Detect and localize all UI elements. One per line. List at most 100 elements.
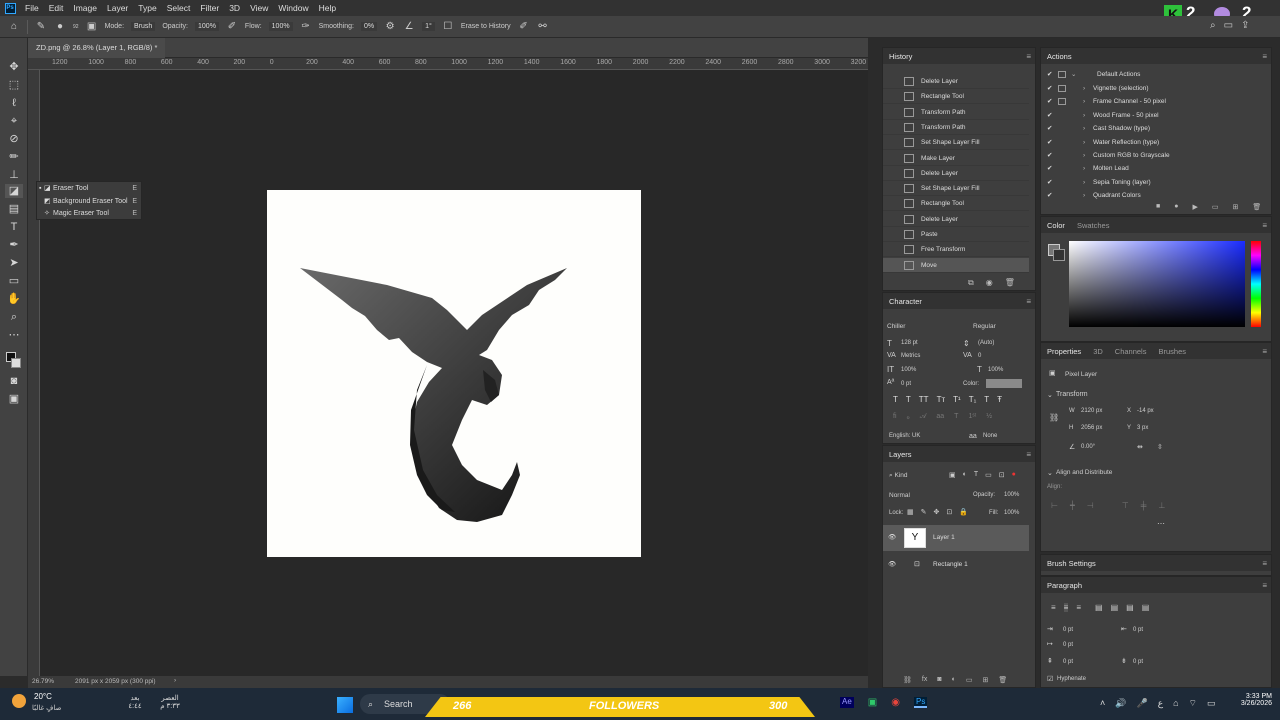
- align-right-text-icon[interactable]: ≡: [1076, 603, 1081, 612]
- swash-icon[interactable]: 𝒜: [920, 413, 927, 421]
- chevron-right-icon[interactable]: ›: [1083, 109, 1085, 122]
- menu-image[interactable]: Image: [68, 0, 102, 16]
- align-right-icon[interactable]: ⊣: [1087, 501, 1094, 510]
- panel-menu-icon[interactable]: ≡: [1262, 559, 1267, 568]
- font-style-select[interactable]: Regular: [973, 323, 996, 330]
- history-state[interactable]: Rectangle Tool: [883, 196, 1029, 212]
- flow-field[interactable]: 100%: [268, 22, 293, 31]
- pen-tool-icon[interactable]: ✒: [5, 238, 23, 252]
- group-icon[interactable]: ▭: [966, 676, 973, 684]
- marquee-tool-icon[interactable]: ⬚: [5, 78, 23, 92]
- action-item[interactable]: ✔ › Cast Shadow (type): [1041, 122, 1273, 135]
- trash-icon[interactable]: 🗑: [1252, 203, 1261, 211]
- chevron-right-icon[interactable]: ›: [1083, 189, 1085, 202]
- chevron-right-icon[interactable]: ›: [1083, 162, 1085, 175]
- blend-mode-select[interactable]: Normal: [889, 492, 969, 499]
- layer-row-rectangle1[interactable]: 👁 ⊡ Rectangle 1: [883, 552, 1029, 578]
- workspace-icon[interactable]: ▭: [1224, 20, 1233, 31]
- width-field[interactable]: 2120 px: [1081, 408, 1102, 414]
- character-title[interactable]: Character: [889, 297, 922, 306]
- baseline-field[interactable]: 0 pt: [901, 381, 911, 387]
- menu-file[interactable]: File: [20, 0, 44, 16]
- justify-all-icon[interactable]: ▤: [1142, 603, 1150, 612]
- indent-left-field[interactable]: 0 pt: [1063, 627, 1073, 633]
- trash-icon[interactable]: 🗑: [1005, 278, 1015, 288]
- transform-section-label[interactable]: Transform: [1056, 391, 1088, 398]
- faux-bold-icon[interactable]: T: [893, 395, 898, 404]
- mode-select[interactable]: Brush: [131, 22, 156, 31]
- action-item[interactable]: ✔ › Vignette (selection): [1041, 82, 1273, 95]
- pressure-size-icon[interactable]: ✐: [518, 21, 530, 33]
- tab-brushes[interactable]: Brushes: [1158, 347, 1186, 356]
- opacity-field[interactable]: 100%: [1004, 492, 1019, 498]
- adjustment-filter-icon[interactable]: ◐: [963, 471, 967, 479]
- menu-view[interactable]: View: [245, 0, 273, 16]
- lock-pixels-icon[interactable]: ✎: [921, 508, 927, 516]
- stamp-tool-icon[interactable]: ⊥: [5, 168, 23, 182]
- history-state[interactable]: Set Shape Layer Fill: [883, 135, 1029, 151]
- action-item[interactable]: ✔ › Quadrant Colors: [1041, 189, 1273, 202]
- check-icon[interactable]: ✔: [1047, 136, 1052, 149]
- faux-italic-icon[interactable]: T: [906, 395, 911, 404]
- small-caps-icon[interactable]: Tт: [937, 395, 946, 404]
- y-field[interactable]: 3 px: [1137, 425, 1148, 431]
- action-item[interactable]: ✔ › Custom RGB to Grayscale: [1041, 149, 1273, 162]
- align-left-text-icon[interactable]: ≡: [1051, 603, 1056, 612]
- screen-mode-icon[interactable]: ▣: [5, 392, 23, 406]
- panel-menu-icon[interactable]: ≡: [1262, 221, 1267, 230]
- history-state[interactable]: Paste: [883, 227, 1029, 242]
- battery-icon[interactable]: ▭: [1207, 698, 1216, 709]
- history-state[interactable]: Delete Layer: [883, 166, 1029, 181]
- flip-horizontal-icon[interactable]: ⇹: [1137, 443, 1143, 451]
- record-icon[interactable]: ●: [1174, 203, 1178, 211]
- chevron-right-icon[interactable]: ›: [1083, 149, 1085, 162]
- kerning-field[interactable]: Metrics: [901, 353, 920, 359]
- brush-tool-icon[interactable]: ✏: [5, 150, 23, 164]
- tab-swatches[interactable]: Swatches: [1077, 221, 1110, 230]
- after-effects-app-icon[interactable]: Ae: [840, 697, 854, 708]
- menu-3d[interactable]: 3D: [224, 0, 245, 16]
- app-icon[interactable]: ▣: [868, 697, 877, 708]
- gradient-tool-icon[interactable]: ▤: [5, 202, 23, 216]
- check-icon[interactable]: ✔: [1047, 122, 1052, 135]
- check-icon[interactable]: ✔: [1047, 149, 1052, 162]
- quick-mask-icon[interactable]: ◙: [5, 374, 23, 388]
- history-state[interactable]: Transform Path: [883, 105, 1029, 120]
- check-icon[interactable]: ✔: [1047, 82, 1052, 95]
- chevron-down-icon[interactable]: ⌄: [1071, 68, 1076, 81]
- align-section-label[interactable]: Align and Distribute: [1056, 469, 1112, 476]
- ligature-icon[interactable]: fi: [893, 413, 897, 421]
- antialias-select[interactable]: None: [983, 433, 997, 439]
- lock-all-icon[interactable]: 🔒: [959, 508, 968, 516]
- ordinals-icon[interactable]: 1ˢᵗ: [968, 413, 976, 421]
- link-icon[interactable]: ⛓: [1049, 413, 1059, 422]
- titling-icon[interactable]: T: [954, 413, 958, 421]
- home-icon[interactable]: ⌂: [8, 21, 20, 33]
- panel-menu-icon[interactable]: ≡: [1026, 52, 1031, 61]
- font-family-select[interactable]: Chiller: [887, 323, 965, 330]
- menu-edit[interactable]: Edit: [44, 0, 69, 16]
- hyphenate-checkbox[interactable]: ☑: [1047, 675, 1053, 683]
- tracking-field[interactable]: 0: [978, 353, 981, 359]
- share-icon[interactable]: ⇪: [1241, 20, 1249, 31]
- history-state[interactable]: Rectangle Tool: [883, 89, 1029, 105]
- new-action-icon[interactable]: ⊞: [1232, 203, 1238, 211]
- windows-start-icon[interactable]: [337, 697, 353, 713]
- document-canvas[interactable]: [267, 190, 641, 557]
- history-state[interactable]: Transform Path: [883, 120, 1029, 135]
- layer-name[interactable]: Layer 1: [933, 525, 955, 551]
- zoom-tool-icon[interactable]: ⌕: [5, 310, 23, 324]
- check-icon[interactable]: ✔: [1047, 109, 1052, 122]
- eraser-tool-icon[interactable]: ◪: [5, 184, 23, 198]
- chevron-right-icon[interactable]: ›: [1083, 95, 1085, 108]
- tab-channels[interactable]: Channels: [1115, 347, 1147, 356]
- action-item[interactable]: ✔ › Water Reflection (type): [1041, 136, 1273, 149]
- action-item[interactable]: ✔ › Wood Frame - 50 pixel: [1041, 109, 1273, 122]
- actions-title[interactable]: Actions: [1047, 52, 1072, 61]
- action-set-default[interactable]: ✔ ⌄ Default Actions: [1041, 68, 1273, 81]
- smart-filter-icon[interactable]: ⊡: [999, 471, 1005, 479]
- fx-icon[interactable]: fx: [922, 676, 927, 684]
- speaker-icon[interactable]: 🔊: [1115, 698, 1126, 709]
- check-icon[interactable]: ✔: [1047, 68, 1052, 81]
- panel-menu-icon[interactable]: ≡: [1026, 297, 1031, 306]
